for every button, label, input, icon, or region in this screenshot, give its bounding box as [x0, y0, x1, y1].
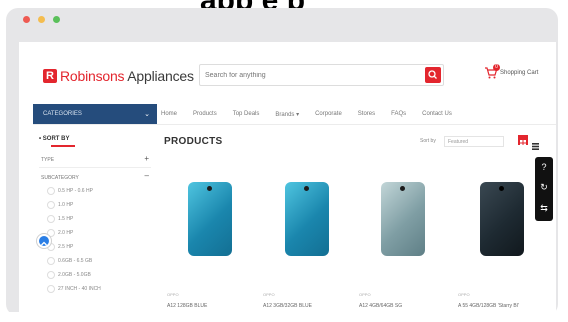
nav-brands-label: Brands [275, 112, 295, 118]
product-brand: OPPO [458, 292, 470, 297]
nav-link-brands[interactable]: Brands ▾ [275, 111, 299, 118]
expand-plus-icon[interactable]: + [144, 154, 149, 163]
compare-icon[interactable]: ⇆ [538, 202, 550, 214]
chevron-up-icon [41, 241, 47, 246]
cart-label: Shopping Cart [500, 70, 539, 76]
nav-link-stores[interactable]: Stores [358, 111, 375, 118]
filter-option-label: 0.6GB - 6.5 GB [58, 258, 93, 264]
list-view-button[interactable] [532, 137, 539, 150]
camera-icon [400, 186, 405, 191]
filter-option[interactable]: 0.5 HP - 0.6 HP [47, 187, 93, 195]
shopping-cart[interactable]: 0 Shopping Cart [484, 64, 539, 79]
cart-count-badge: 0 [493, 64, 500, 71]
filter-option-label: 27 INCH - 40 INCH [58, 286, 101, 292]
chevron-down-icon: ⌄ [144, 111, 150, 118]
webpage: R Robinsons Appliances 0 Shopping Cart C… [19, 42, 556, 312]
logo-rest: Appliances [124, 68, 194, 84]
filter-sidebar: • SORT BY TYPE + SUBCATEGORY – 0.5 HP - … [33, 130, 157, 312]
search-button[interactable] [425, 67, 441, 83]
filter-option-label: 1.0 HP [58, 202, 74, 208]
search-input[interactable] [205, 68, 420, 82]
filter-option-label: 2.0GB - 5.0GB [58, 272, 91, 278]
logo-brand: Robinsons [60, 68, 125, 84]
sort-label: Sort by [420, 138, 436, 144]
nav-divider [33, 124, 556, 125]
filter-option[interactable]: 0.6GB - 6.5 GB [47, 257, 92, 265]
refresh-icon[interactable]: ↻ [538, 181, 550, 193]
product-name[interactable]: A 55 4GB/128GB 'Starry Bl' [458, 303, 519, 309]
list-icon [532, 143, 539, 150]
product-image[interactable] [480, 182, 524, 256]
product-name[interactable]: A12 128GB BLUE [167, 303, 207, 309]
categories-label: CATEGORIES [43, 111, 82, 117]
radio-button[interactable] [47, 187, 55, 195]
logo-text: Robinsons Appliances [60, 68, 194, 84]
radio-button[interactable] [47, 285, 55, 293]
radio-button[interactable] [47, 271, 55, 279]
product-image[interactable] [381, 182, 425, 256]
camera-icon [207, 186, 212, 191]
page-title: PRODUCTS [164, 136, 223, 147]
search-bar [199, 64, 444, 86]
sort-select[interactable]: Featured [444, 136, 504, 147]
product-image[interactable] [188, 182, 232, 256]
page-bottom-edge [0, 312, 568, 322]
filter-option[interactable]: 1.5 HP [47, 215, 73, 223]
collapse-minus-icon[interactable]: – [145, 171, 149, 180]
filter-option[interactable]: 1.0 HP [47, 201, 73, 209]
nav-link-corporate[interactable]: Corporate [315, 111, 342, 118]
close-dot[interactable] [23, 16, 30, 23]
grid-icon [520, 140, 526, 146]
nav-link-contact[interactable]: Contact Us [422, 111, 452, 118]
sort-by-heading: • SORT BY [39, 136, 69, 142]
zoom-dot[interactable] [53, 16, 60, 23]
filter-option[interactable]: 2.0 HP [47, 229, 73, 237]
filter-option[interactable]: 27 INCH - 40 INCH [47, 285, 101, 293]
scroll-button[interactable] [37, 234, 51, 248]
filter-subcategory-header[interactable]: SUBCATEGORY [41, 175, 79, 181]
radio-button[interactable] [47, 215, 55, 223]
camera-icon [499, 186, 504, 191]
filter-type-header[interactable]: TYPE [41, 157, 54, 163]
minimize-dot[interactable] [38, 16, 45, 23]
nav-link-home[interactable]: Home [161, 111, 177, 118]
nav-link-top-deals[interactable]: Top Deals [233, 111, 260, 118]
categories-button[interactable]: CATEGORIES ⌄ [33, 104, 157, 124]
product-brand: OPPO [263, 292, 275, 297]
filter-divider [39, 167, 151, 168]
camera-icon [304, 186, 309, 191]
logo-mark: R [43, 69, 57, 83]
chevron-down-icon: ▾ [296, 112, 300, 118]
filter-option-label: 2.0 HP [58, 230, 74, 236]
product-brand: OPPO [359, 292, 371, 297]
product-name[interactable]: A12 3GB/32GB BLUE [263, 303, 312, 309]
nav-link-products[interactable]: Products [193, 111, 217, 118]
sort-underline [51, 145, 75, 147]
grid-view-button[interactable] [518, 135, 528, 146]
floating-toolbar: ? ↻ ⇆ [535, 157, 553, 221]
help-icon[interactable]: ? [538, 161, 550, 173]
radio-button[interactable] [47, 201, 55, 209]
radio-button[interactable] [47, 257, 55, 265]
filter-option-label: 1.5 HP [58, 216, 74, 222]
product-brand: OPPO [167, 292, 179, 297]
filter-option[interactable]: 2.5 HP [47, 243, 73, 251]
search-icon [428, 70, 437, 79]
product-image[interactable] [285, 182, 329, 256]
filter-option-label: 0.5 HP - 0.6 HP [58, 188, 93, 194]
main-nav: CATEGORIES ⌄ Home Products Top Deals Bra… [33, 104, 556, 125]
filter-option-label: 2.5 HP [58, 244, 74, 250]
nav-link-faqs[interactable]: FAQs [391, 111, 406, 118]
sort-by-label: SORT BY [42, 136, 70, 142]
site-logo[interactable]: R Robinsons Appliances [43, 68, 194, 84]
product-name[interactable]: A12 4GB/64GB SG [359, 303, 402, 309]
filter-option[interactable]: 2.0GB - 5.0GB [47, 271, 91, 279]
